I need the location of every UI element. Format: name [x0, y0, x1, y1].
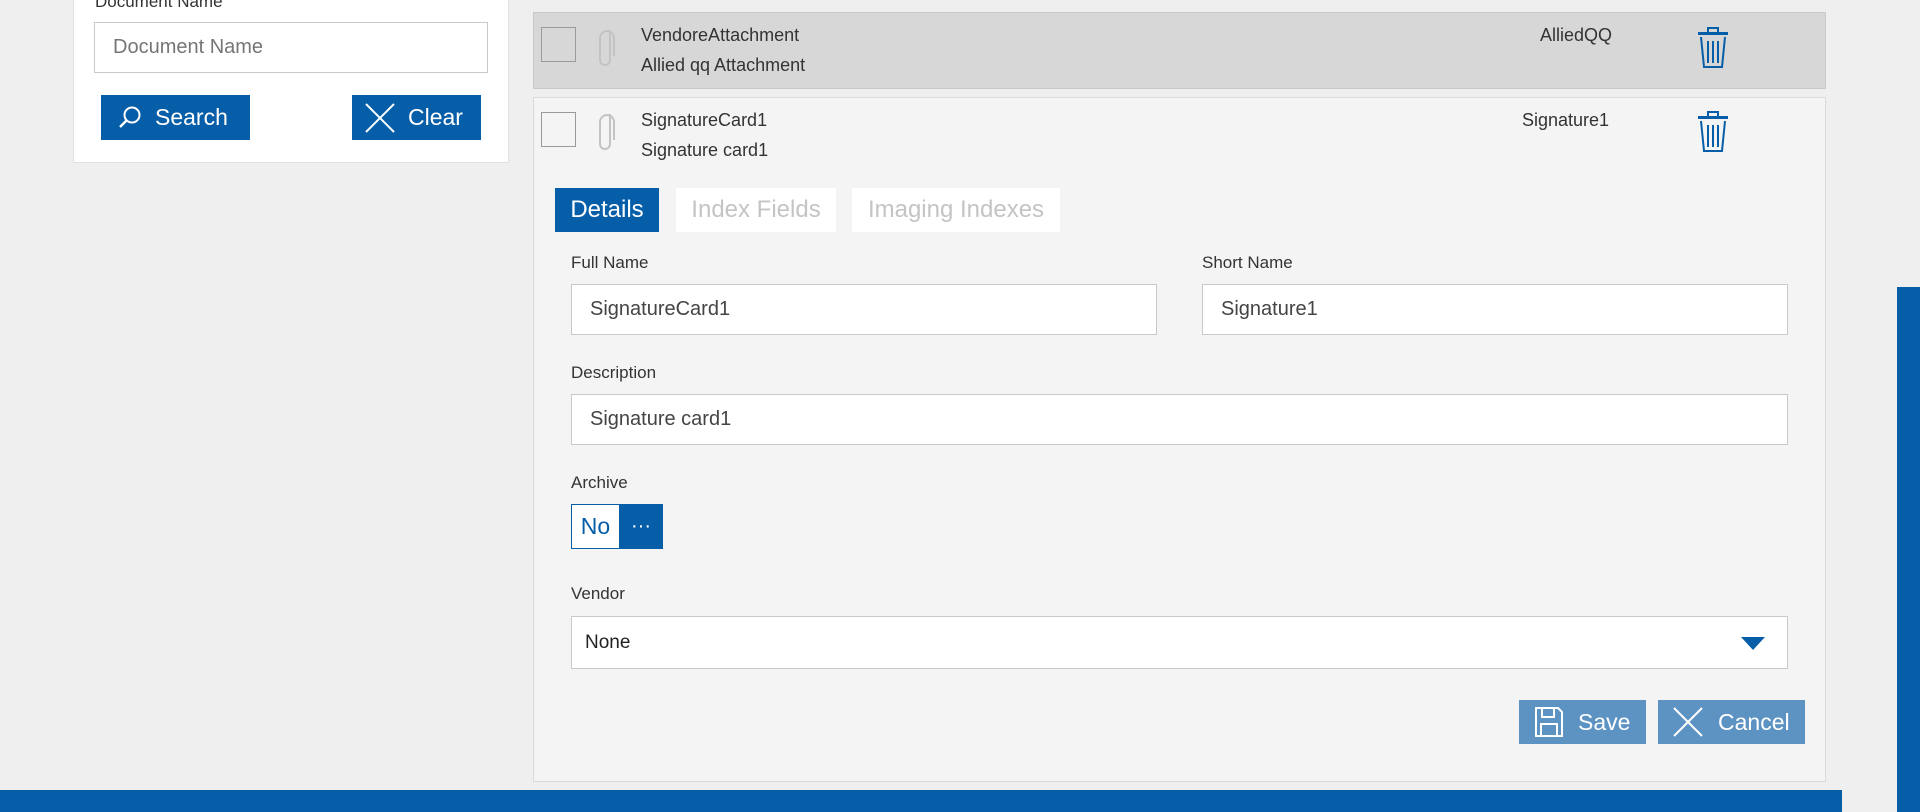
vendor-label: Vendor: [571, 584, 625, 603]
full-name-field[interactable]: SignatureCard1: [571, 284, 1157, 335]
vendor-select[interactable]: None: [571, 616, 1788, 669]
cancel-button-label: Cancel: [1718, 708, 1790, 735]
full-name-label: Full Name: [571, 253, 649, 272]
save-icon: [1535, 707, 1563, 737]
archive-more-button[interactable]: ···: [619, 504, 663, 549]
clear-button[interactable]: Clear: [352, 95, 481, 140]
document-full-name: SignatureCard1: [641, 110, 768, 130]
document-description: Allied qq Attachment: [641, 55, 806, 75]
document-description: Signature card1: [641, 140, 769, 160]
clear-button-label: Clear: [408, 104, 463, 130]
row-checkbox[interactable]: [541, 112, 576, 147]
document-full-name: VendoreAttachment: [641, 25, 800, 45]
document-name-label: Document Name: [95, 0, 223, 11]
archive-label: Archive: [571, 473, 628, 492]
document-short-name: Signature1: [1522, 110, 1610, 130]
save-button[interactable]: Save: [1519, 700, 1646, 744]
description-label: Description: [571, 363, 657, 382]
tab-imaging-indexes[interactable]: Imaging Indexes: [852, 188, 1060, 232]
description-field[interactable]: Signature card1: [571, 394, 1788, 445]
close-icon: [365, 102, 395, 133]
document-name-input[interactable]: [94, 22, 488, 73]
row-checkbox[interactable]: [541, 27, 576, 62]
tab-index-fields[interactable]: Index Fields: [676, 188, 836, 232]
scrollbar[interactable]: [1897, 287, 1920, 812]
document-row[interactable]: [533, 12, 1826, 89]
document-short-name: AlliedQQ: [1540, 25, 1613, 45]
save-button-label: Save: [1578, 708, 1631, 735]
footer-bar: [0, 790, 1842, 812]
trash-icon[interactable]: [1696, 111, 1730, 153]
close-icon: [1673, 707, 1703, 737]
search-icon: [119, 106, 141, 128]
paperclip-icon: [599, 114, 615, 150]
trash-icon[interactable]: [1696, 27, 1730, 69]
search-button-label: Search: [155, 104, 228, 130]
paperclip-icon: [599, 30, 615, 66]
tab-details[interactable]: Details: [555, 188, 659, 232]
cancel-button[interactable]: Cancel: [1658, 700, 1805, 744]
search-button[interactable]: Search: [101, 95, 250, 140]
short-name-label: Short Name: [1202, 253, 1293, 272]
archive-value[interactable]: No: [571, 504, 620, 549]
caret-down-icon[interactable]: [1741, 637, 1765, 650]
short-name-field[interactable]: Signature1: [1202, 284, 1788, 335]
